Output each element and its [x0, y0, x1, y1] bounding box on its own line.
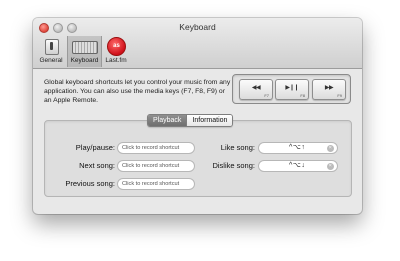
toolbar-item-label: General	[39, 57, 63, 64]
dislike-song-shortcut-field[interactable]: ^⌥↓ ×	[258, 160, 338, 172]
like-song-label: Like song:	[220, 143, 255, 152]
next-song-shortcut-field[interactable]: Click to record shortcut	[117, 160, 195, 172]
next-key: ▶▶ F9	[312, 79, 346, 100]
window-title: Keyboard	[179, 22, 216, 32]
toolbar-item-lastfm[interactable]: as Last.fm	[102, 36, 130, 67]
toolbar-item-label: Last.fm	[105, 57, 127, 64]
clear-icon[interactable]: ×	[327, 144, 334, 152]
fast-forward-icon: ▶▶	[324, 85, 334, 91]
toolbar: Keyboard General Keyboard as Last.fm	[33, 18, 362, 69]
toolbar-item-label: Keyboard	[70, 57, 99, 64]
previous-key: ◀◀ F7	[239, 79, 273, 100]
function-key-label: F7	[264, 93, 269, 98]
previous-song-shortcut-field[interactable]: Click to record shortcut	[117, 178, 195, 190]
play-pause-icon: ▶❙❙	[285, 85, 299, 91]
dislike-song-label: Dislike song:	[212, 161, 255, 170]
like-song-shortcut-value: ^⌥↑	[289, 144, 306, 151]
dislike-song-shortcut-value: ^⌥↓	[289, 162, 306, 169]
tab-playback[interactable]: Playback	[148, 115, 187, 126]
clear-icon[interactable]: ×	[327, 162, 334, 170]
switch-icon	[45, 39, 59, 55]
tab-information[interactable]: Information	[186, 115, 233, 126]
toolbar-item-general[interactable]: General	[35, 36, 67, 67]
previous-song-label: Previous song:	[65, 179, 115, 188]
next-song-label: Next song:	[79, 161, 115, 170]
media-keys-panel: ◀◀ F7 ▶❙❙ F8 ▶▶ F9	[232, 74, 351, 104]
like-song-shortcut-field[interactable]: ^⌥↑ ×	[258, 142, 338, 154]
play-pause-shortcut-field[interactable]: Click to record shortcut	[117, 142, 195, 154]
function-key-label: F8	[300, 93, 305, 98]
tab-control: Playback Information	[147, 114, 234, 127]
description-text: Global keyboard shortcuts let you contro…	[44, 79, 231, 104]
keyboard-icon	[72, 41, 98, 54]
play-pause-label: Play/pause:	[75, 143, 115, 152]
function-key-label: F9	[337, 93, 342, 98]
toolbar-item-keyboard[interactable]: Keyboard	[67, 36, 102, 67]
preferences-window: Keyboard General Keyboard as Last.fm Glo…	[33, 18, 362, 214]
lastfm-icon: as	[107, 37, 126, 56]
play-pause-key: ▶❙❙ F8	[275, 79, 309, 100]
rewind-icon: ◀◀	[251, 85, 261, 91]
